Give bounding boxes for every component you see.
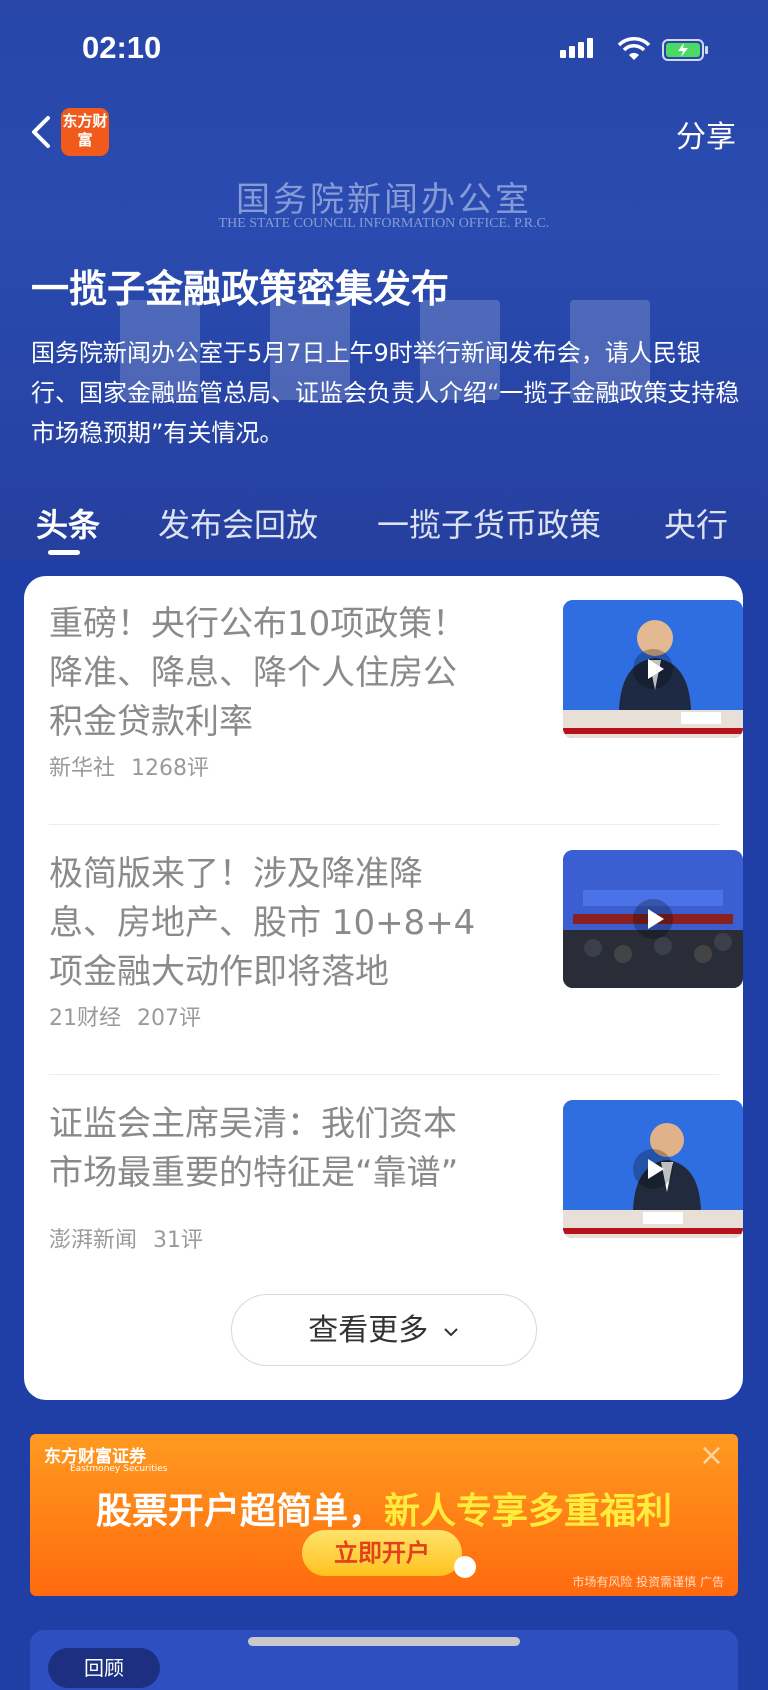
tab-headlines[interactable]: 头条 (36, 500, 100, 546)
topic-tabs: 头条 发布会回放 一揽子货币政策 央行 (0, 500, 768, 550)
news-title[interactable]: 重磅！央行公布10项政策！降准、降息、降个人住房公积金贷款利率 (49, 600, 489, 747)
news-title[interactable]: 证监会主席吴清：我们资本市场最重要的特征是“靠谱” (49, 1100, 489, 1198)
share-button[interactable]: 分享 (676, 112, 736, 156)
video-thumbnail[interactable] (563, 600, 743, 738)
divider (49, 824, 719, 825)
news-meta: 21财经 207评 (49, 1000, 201, 1032)
ad-risk-note: 市场有风险 投资需谨慎 广告 (572, 1575, 724, 1589)
pointer-hand-icon (454, 1556, 476, 1578)
video-thumbnail[interactable] (563, 850, 743, 988)
ad-close-icon[interactable]: × (699, 1438, 724, 1473)
divider (49, 1074, 719, 1075)
news-item[interactable]: 极简版来了！涉及降准降息、房地产、股市 10+8+4项金融大动作即将落地 21财… (49, 850, 743, 1050)
eastmoney-logo[interactable]: 东方财富 (61, 108, 109, 156)
news-card: 重磅！央行公布10项政策！降准、降息、降个人住房公积金贷款利率 新华社 1268评… (24, 576, 743, 1400)
ad-slogan-part2: 新人专享多重福利 (384, 1491, 673, 1532)
wifi-icon (617, 37, 651, 60)
backdrop-office-name-en: THE STATE COUNCIL INFORMATION OFFICE. P.… (218, 216, 550, 231)
news-meta: 澎湃新闻 31评 (49, 1222, 203, 1254)
news-comments: 1268评 (131, 756, 210, 781)
ad-banner[interactable]: 东方财富证券 Eastmoney Securities × 股票开户超简单，新人… (30, 1434, 738, 1596)
news-comments: 31评 (153, 1228, 204, 1253)
view-more-label: 查看更多 (308, 1313, 429, 1348)
news-source: 新华社 (49, 756, 116, 781)
open-account-button[interactable]: 立即开户 (302, 1530, 462, 1576)
chevron-down-icon (444, 1327, 458, 1336)
view-more-button[interactable]: 查看更多 (231, 1294, 537, 1366)
status-time: 02:10 (82, 30, 162, 65)
back-arrow-icon[interactable] (26, 112, 56, 152)
topic-description: 国务院新闻办公室于5月7日上午9时举行新闻发布会，请人民银行、国家金融监管总局、… (31, 339, 740, 447)
news-comments: 207评 (137, 1006, 201, 1031)
news-item[interactable]: 证监会主席吴清：我们资本市场最重要的特征是“靠谱” 澎湃新闻 31评 (49, 1100, 743, 1270)
news-meta: 新华社 1268评 (49, 750, 209, 782)
news-source: 21财经 (49, 1006, 121, 1031)
cellular-signal-icon (560, 38, 596, 58)
ad-slogan: 股票开户超简单，新人专享多重福利 (30, 1482, 738, 1534)
navigation-bar: 东方财富 分享 (0, 100, 768, 164)
news-item[interactable]: 重磅！央行公布10项政策！降准、降息、降个人住房公积金贷款利率 新华社 1268评 (49, 600, 743, 800)
topic-title: 一揽子金融政策密集发布 (31, 267, 450, 311)
news-title[interactable]: 极简版来了！涉及降准降息、房地产、股市 10+8+4项金融大动作即将落地 (49, 850, 489, 997)
tab-replay[interactable]: 发布会回放 (158, 500, 318, 546)
play-icon[interactable] (633, 1149, 673, 1189)
tab-monetary-policy[interactable]: 一揽子货币政策 (377, 500, 601, 546)
play-icon[interactable] (633, 649, 673, 689)
home-indicator (248, 1637, 520, 1646)
review-tag[interactable]: 回顾 (48, 1648, 160, 1688)
ad-slogan-part1: 股票开户超简单， (95, 1491, 384, 1532)
status-bar: 02:10 (0, 0, 768, 100)
ad-brand-en: Eastmoney Securities (70, 1464, 168, 1474)
play-icon[interactable] (633, 899, 673, 939)
video-thumbnail[interactable] (563, 1100, 743, 1238)
tab-central-bank[interactable]: 央行 (664, 500, 728, 546)
news-source: 澎湃新闻 (49, 1228, 138, 1253)
active-tab-indicator (48, 550, 80, 555)
battery-icon (662, 39, 708, 61)
backdrop-office-name: 国务院新闻办公室 (236, 180, 532, 220)
